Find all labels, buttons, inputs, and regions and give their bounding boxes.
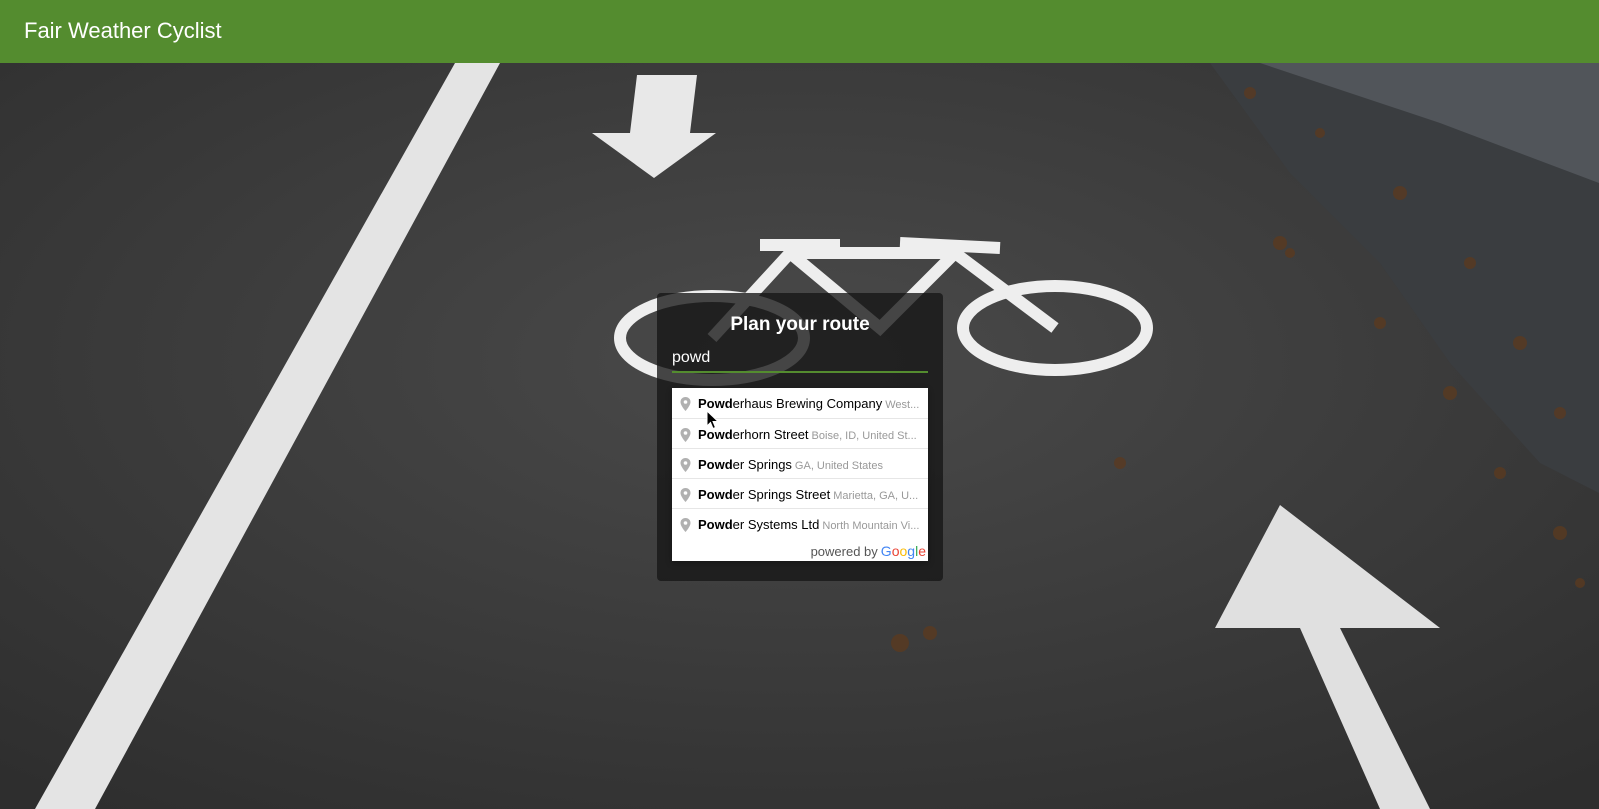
brand-title[interactable]: Fair Weather Cyclist xyxy=(24,18,222,44)
autocomplete-item-text: Powder Systems Ltd North Mountain Vi... xyxy=(698,517,924,534)
powered-by-text: powered by xyxy=(810,544,878,559)
autocomplete-item[interactable]: Powder Springs Street Marietta, GA, U... xyxy=(672,478,928,508)
map-pin-icon xyxy=(680,458,691,472)
match-text: Powd xyxy=(698,517,733,532)
map-pin-icon xyxy=(680,488,691,502)
match-text: Powd xyxy=(698,487,733,502)
panel-title: Plan your route xyxy=(730,314,870,335)
autocomplete-item-text: Powderhaus Brewing Company West... xyxy=(698,396,924,413)
page: Fair Weather Cyclist Plan your route Pow… xyxy=(0,0,1599,809)
secondary-text: Boise, ID, United St... xyxy=(811,430,917,442)
map-pin-icon xyxy=(680,518,691,532)
mouse-cursor-icon xyxy=(706,410,720,430)
primary-rest: erhaus Brewing Company xyxy=(732,396,883,411)
map-pin-icon xyxy=(680,397,691,411)
autocomplete-item-text: Powderhorn Street Boise, ID, United St... xyxy=(698,427,924,444)
secondary-text: Marietta, GA, U... xyxy=(833,490,919,502)
primary-rest: er Systems Ltd xyxy=(732,517,820,532)
secondary-text: West... xyxy=(885,399,920,411)
autocomplete-item-text: Powder Springs GA, United States xyxy=(698,457,924,474)
match-text: Powd xyxy=(698,457,733,472)
powered-by-google: powered by Google xyxy=(811,543,926,559)
primary-rest: er Springs Street xyxy=(732,487,831,502)
autocomplete-item-text: Powder Springs Street Marietta, GA, U... xyxy=(698,487,924,504)
autocomplete-item[interactable]: Powder Springs GA, United States xyxy=(672,448,928,478)
google-logo: Google xyxy=(880,543,926,559)
match-text: Powd xyxy=(698,396,733,411)
destination-search-input[interactable] xyxy=(672,345,928,373)
secondary-text: GA, United States xyxy=(794,460,883,472)
primary-rest: er Springs xyxy=(732,457,792,472)
autocomplete-item[interactable]: Powder Systems Ltd North Mountain Vi... xyxy=(672,508,928,538)
secondary-text: North Mountain Vi... xyxy=(822,520,920,532)
map-pin-icon xyxy=(680,428,691,442)
top-navbar: Fair Weather Cyclist xyxy=(0,0,1599,63)
primary-rest: erhorn Street xyxy=(732,427,809,442)
